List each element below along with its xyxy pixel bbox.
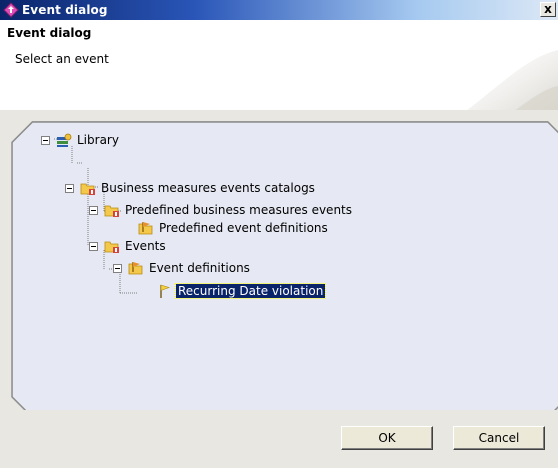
tree-node-library[interactable]: Library xyxy=(41,131,121,149)
title-bar: Event dialog x xyxy=(0,0,558,20)
tree-node-predefined-business-measures-events[interactable]: Predefined business measures events xyxy=(89,201,354,219)
catalog-folder-icon xyxy=(80,183,95,195)
event-dialog-icon xyxy=(3,2,19,18)
ok-button[interactable]: OK xyxy=(341,426,433,450)
catalog-folder-icon xyxy=(104,205,119,217)
tree-node-recurring-date-violation[interactable]: Recurring Date violation xyxy=(157,282,327,300)
collapse-toggle-icon[interactable] xyxy=(89,205,98,215)
tree-node-business-measures-events-catalogs[interactable]: Business measures events catalogs xyxy=(65,179,317,197)
tree-node-label: Predefined event definitions xyxy=(159,221,328,235)
header-title: Event dialog xyxy=(7,26,92,40)
library-icon xyxy=(57,133,72,147)
catalog-folder-icon xyxy=(104,241,119,253)
collapse-toggle-icon[interactable] xyxy=(41,135,50,145)
event-definitions-folder-icon xyxy=(138,222,153,235)
collapse-toggle-icon[interactable] xyxy=(65,183,74,193)
tree-node-label: Predefined business measures events xyxy=(125,203,353,217)
tree-node-label: Events xyxy=(125,239,166,253)
window-title: Event dialog xyxy=(22,3,108,17)
close-button[interactable]: x xyxy=(540,2,556,17)
tree-node-label: Library xyxy=(77,133,119,147)
collapse-toggle-icon[interactable] xyxy=(89,241,98,251)
flag-icon xyxy=(160,284,170,298)
tree-node-predefined-event-definitions[interactable]: Predefined event definitions xyxy=(138,219,330,237)
tree-node-label: Event definitions xyxy=(149,261,250,275)
tree-node-label: Business measures events catalogs xyxy=(101,181,315,195)
tree-node-events[interactable]: Events xyxy=(89,237,168,255)
cancel-button[interactable]: Cancel xyxy=(453,426,545,450)
collapse-toggle-icon[interactable] xyxy=(113,263,122,273)
header-description: Select an event xyxy=(15,52,109,66)
event-definitions-folder-icon xyxy=(128,262,143,275)
tree-node-label-selected: Recurring Date violation xyxy=(174,283,327,299)
tree-node-event-definitions[interactable]: Event definitions xyxy=(113,259,252,277)
